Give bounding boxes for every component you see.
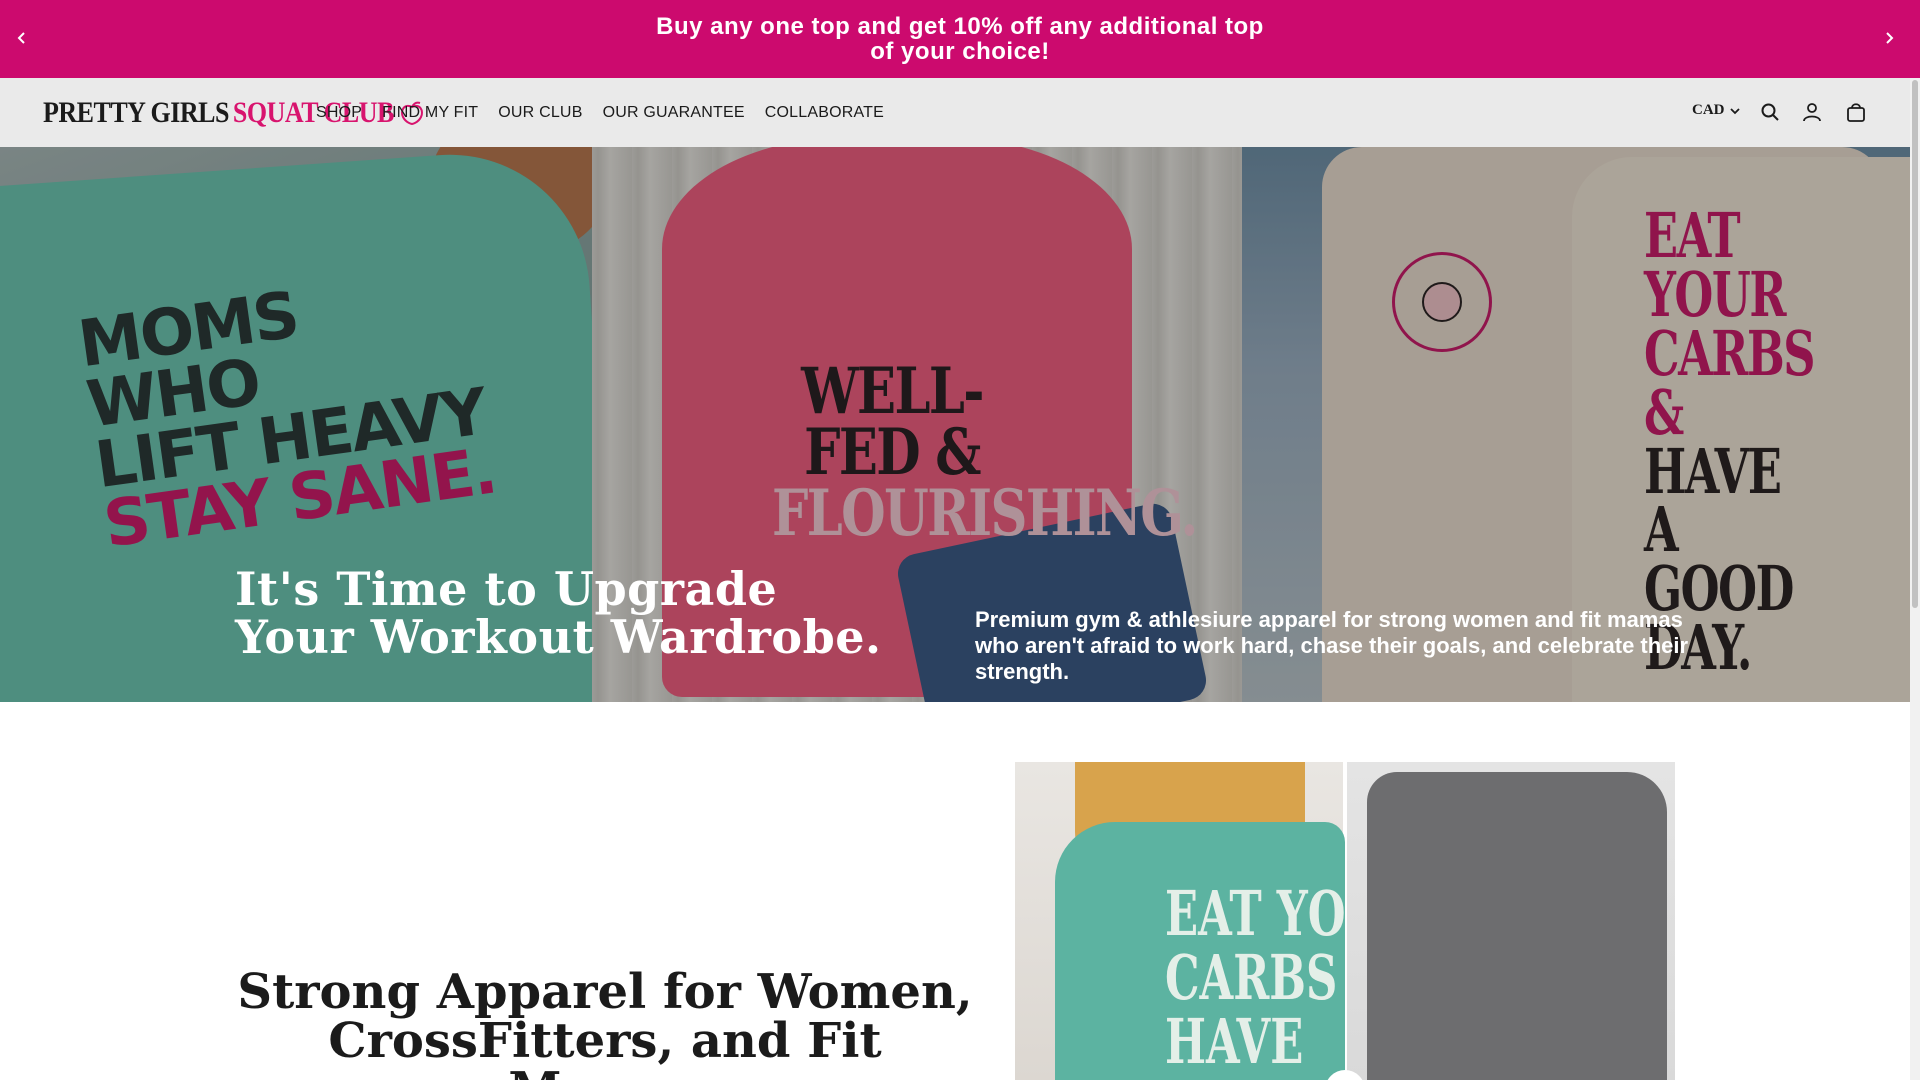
account-button[interactable]	[1800, 100, 1824, 124]
announcement-next-button[interactable]	[1878, 27, 1900, 49]
hero-heading: It's Time to Upgrade Your Workout Wardro…	[235, 565, 882, 661]
hero-banner[interactable]: MOMS WHO LIFT HEAVY STAY SANE. WELL-FED …	[0, 147, 1910, 702]
collage-shirt-text: EAT YO CARBS HAVE	[1165, 877, 1346, 1078]
nav-item-our-guarantee[interactable]: OUR GUARANTEE	[603, 104, 745, 122]
hero-heading-line: Your Workout Wardrobe.	[235, 610, 882, 664]
account-icon	[1803, 103, 1821, 122]
section-heading-line: CrossFitters, and Fit Mamas	[328, 1013, 882, 1080]
section-heading: Strong Apparel for Women, CrossFitters, …	[235, 968, 975, 1080]
site-header: PRETTY GIRLS SQUAT CLUB SHOP FIND MY FIT…	[0, 78, 1910, 147]
chevron-left-icon	[17, 32, 25, 44]
currency-label: CAD	[1692, 102, 1725, 118]
nav-item-collaborate[interactable]: COLLABORATE	[765, 104, 884, 122]
announcement-prev-button[interactable]	[11, 27, 33, 49]
nav-item-our-club[interactable]: OUR CLUB	[498, 104, 582, 122]
main-nav: SHOP FIND MY FIT OUR CLUB OUR GUARANTEE …	[316, 78, 884, 147]
nav-item-shop[interactable]: SHOP	[316, 104, 362, 122]
product-collage[interactable]: EAT YO CARBS HAVE	[1015, 762, 1675, 1080]
nav-item-find-my-fit[interactable]: FIND MY FIT	[382, 104, 478, 122]
hero-heading-line: It's Time to Upgrade	[235, 562, 778, 616]
page-scrollbar[interactable]	[1910, 78, 1920, 1080]
collage-image-teal-shirt: EAT YO CARBS HAVE	[1015, 762, 1346, 1080]
gray-tee-image	[1367, 772, 1667, 1080]
search-button[interactable]	[1758, 100, 1782, 124]
currency-selector[interactable]: CAD	[1692, 102, 1741, 119]
announcement-text: Buy any one top and get 10% off any addi…	[656, 13, 1264, 65]
chevron-right-icon	[1886, 32, 1894, 44]
scrollbar-thumb[interactable]	[1912, 80, 1918, 608]
hero-subtext: Premium gym & athlesiure apparel for str…	[975, 607, 1689, 684]
cart-icon	[1847, 103, 1865, 122]
section-heading-line: Strong Apparel for Women,	[237, 964, 973, 1020]
announcement-bar: Buy any one top and get 10% off any addi…	[0, 0, 1920, 78]
collage-image-gray-shirt	[1347, 762, 1675, 1080]
cart-button[interactable]	[1844, 100, 1868, 124]
chevron-down-icon	[1729, 107, 1740, 114]
logo-main-text: PRETTY GIRLS	[43, 95, 229, 130]
search-icon	[1761, 103, 1779, 121]
